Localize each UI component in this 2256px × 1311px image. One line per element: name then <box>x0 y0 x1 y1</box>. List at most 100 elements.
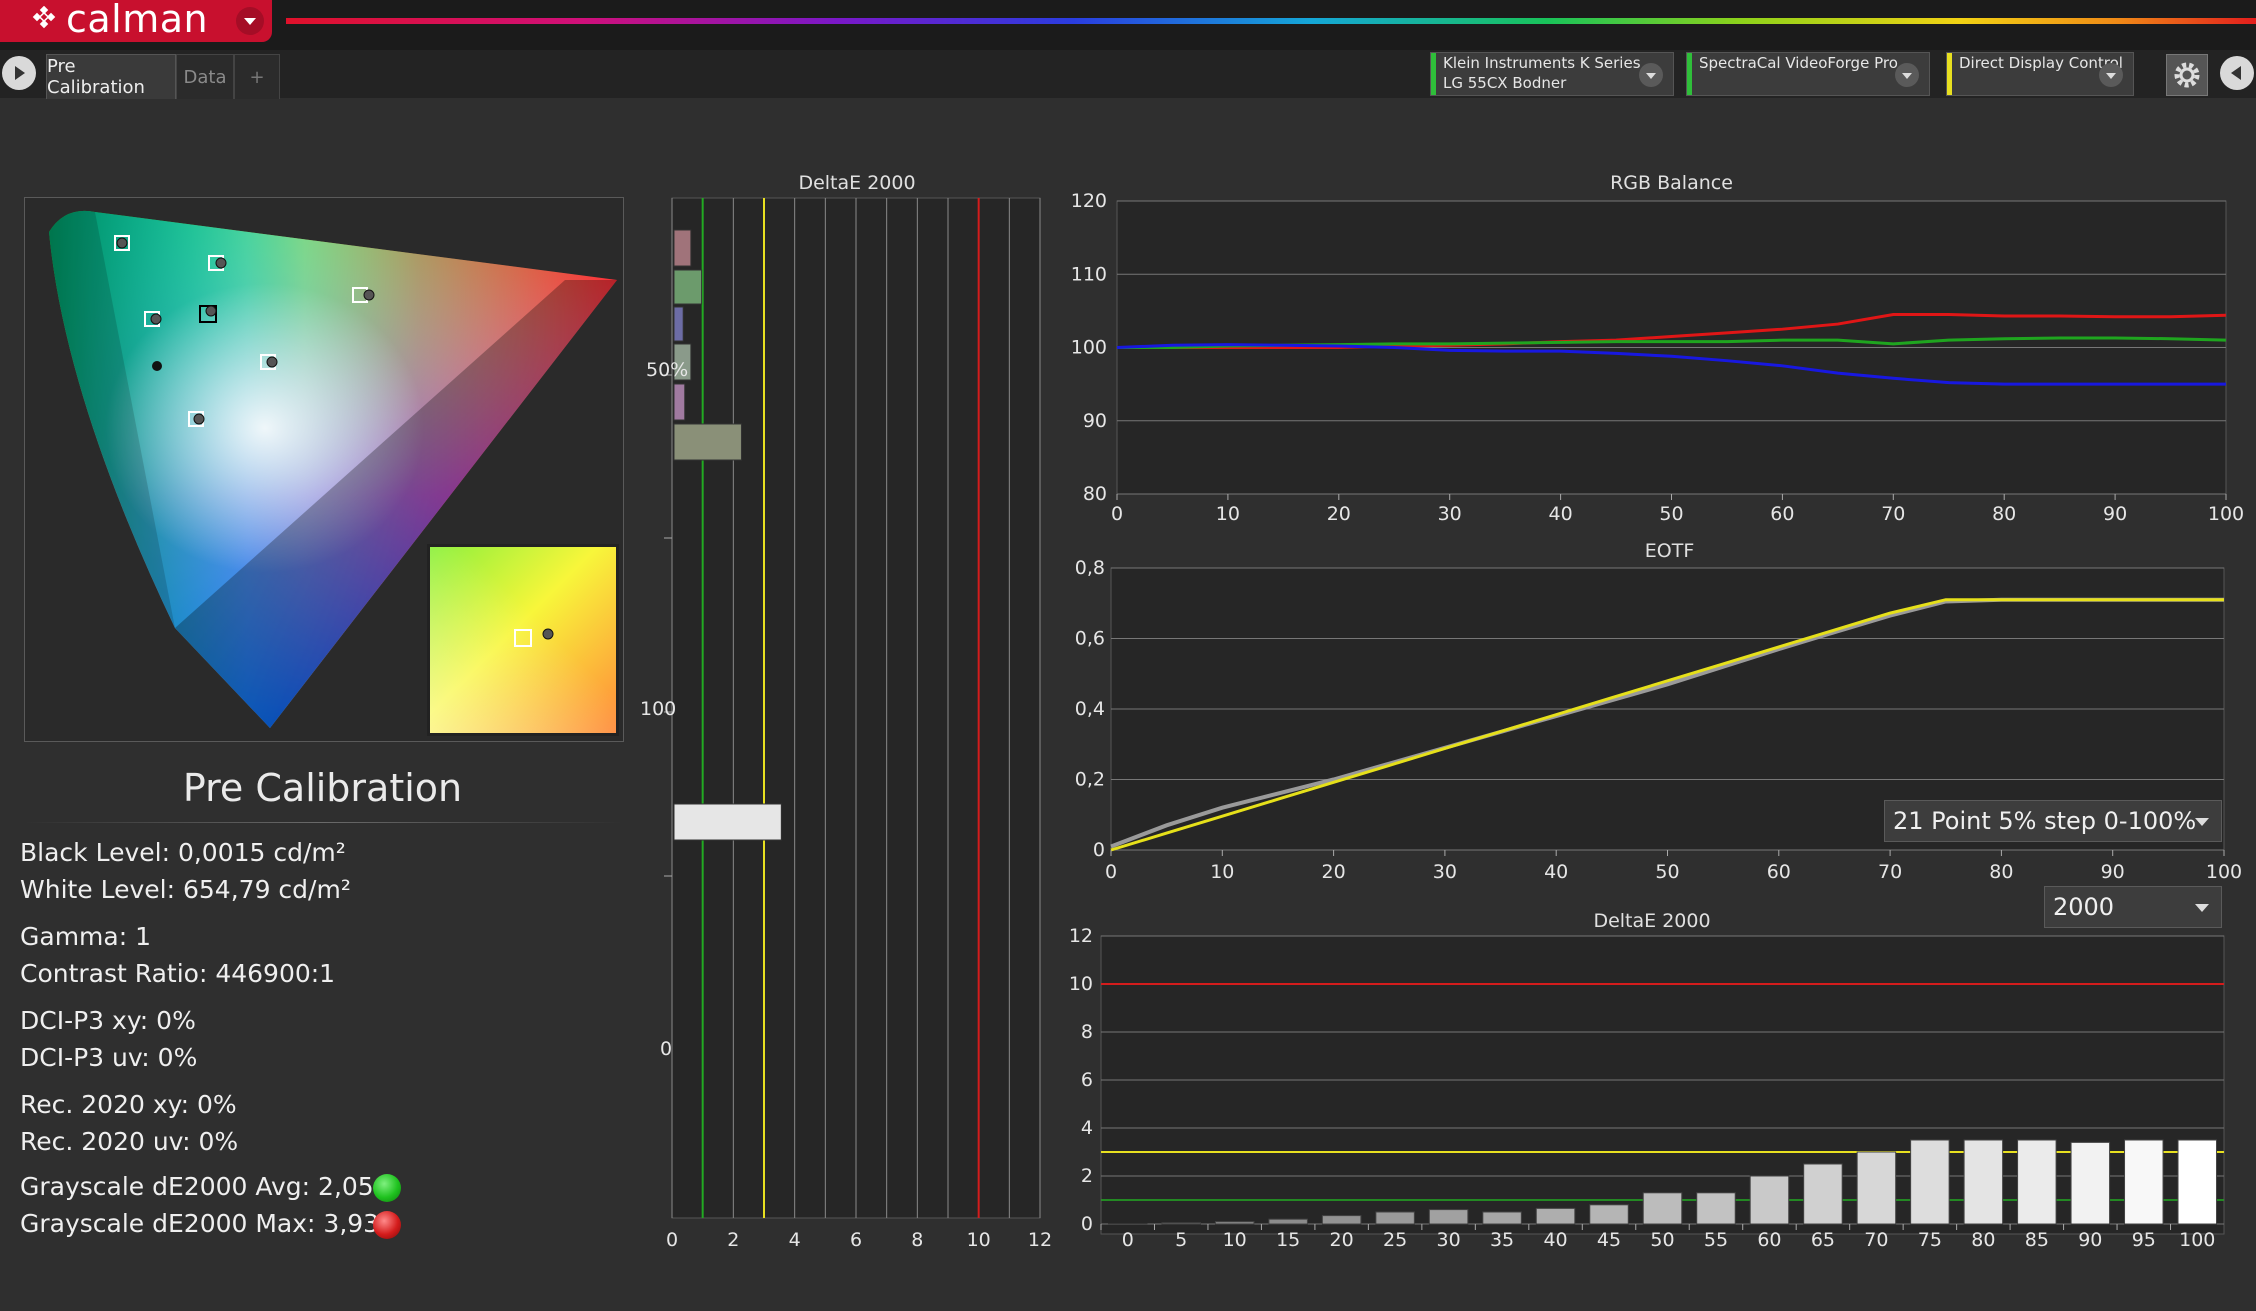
play-arrow-icon[interactable] <box>2 56 36 90</box>
x-tick-label: 0 <box>1105 861 1117 883</box>
y-tick-label: 0,8 <box>1075 557 1105 579</box>
delta-bar <box>673 383 686 421</box>
play-glyph <box>15 66 25 80</box>
gear-icon <box>2174 62 2200 88</box>
status-ok-icon <box>373 1174 401 1202</box>
y-tick-label: 10 <box>1069 973 1093 995</box>
delta-bottom-chart: 1210864200 5 10 15 20 25 30 35 40 45 50 55 60 65 70 75 8… <box>1069 926 2225 1251</box>
delta-bar <box>1214 1221 1255 1225</box>
chevron-down-icon[interactable] <box>1639 63 1663 87</box>
x-tick-label: 8 <box>911 1229 923 1251</box>
x-tick-label: 60 <box>1770 503 1794 525</box>
delta-bar <box>2017 1139 2057 1225</box>
x-tick-label: 70 <box>1881 503 1905 525</box>
y-tick-label: 90 <box>1083 410 1107 432</box>
device-status-bar <box>1687 53 1692 95</box>
x-tick-label: 80 <box>1992 503 2016 525</box>
delta-bar <box>1375 1211 1415 1225</box>
device-line1: SpectraCal VideoForge Pro <box>1699 54 1898 72</box>
x-tick-label: 0 <box>1122 1229 1134 1251</box>
display-device-selector[interactable]: Direct Display Control <box>1946 52 2134 96</box>
x-tick-label: 20 <box>1322 861 1346 883</box>
x-tick-label: 40 <box>1549 503 1573 525</box>
x-tick-label: 0 <box>1111 503 1123 525</box>
dci-p3-uv: DCI-P3 uv: 0% <box>20 1043 198 1072</box>
rainbow-strip <box>286 18 2256 24</box>
y-label-50: 50% <box>646 359 688 381</box>
x-tick-label: 15 <box>1276 1229 1300 1251</box>
x-tick-label: 4 <box>789 1229 801 1251</box>
y-tick-label: 0 <box>1093 839 1105 861</box>
pattern-point-select[interactable]: 21 Point 5% step 0-100% <box>1884 800 2222 842</box>
device-status-bar <box>1431 53 1436 95</box>
delta-bar <box>1589 1204 1629 1225</box>
x-tick-label: 10 <box>1223 1229 1247 1251</box>
y-tick-label: 6 <box>1081 1069 1093 1091</box>
tab-data[interactable]: Data <box>176 54 234 99</box>
delta-bar <box>2070 1141 2111 1225</box>
delta-bar <box>1696 1192 1736 1225</box>
divider <box>24 822 622 823</box>
tab-pre-calibration[interactable]: Pre Calibration <box>46 54 176 99</box>
white-level: White Level: 654,79 cd/m² <box>20 875 351 904</box>
x-tick-label: 100 <box>2179 1229 2215 1251</box>
x-tick-label: 20 <box>1330 1229 1354 1251</box>
delta-bar <box>673 306 684 342</box>
x-tick-label: 35 <box>1490 1229 1514 1251</box>
grayscale-max: Grayscale dE2000 Max: 3,93 <box>20 1209 380 1238</box>
x-tick-label: 85 <box>2025 1229 2049 1251</box>
y-tick-label: 2 <box>1081 1165 1093 1187</box>
contrast-ratio: Contrast Ratio: 446900:1 <box>20 959 336 988</box>
y-tick-label: 8 <box>1081 1021 1093 1043</box>
x-tick-label: 25 <box>1383 1229 1407 1251</box>
y-tick-label: 0,6 <box>1075 628 1105 650</box>
x-tick-label: 80 <box>1971 1229 1995 1251</box>
y-tick-label: 80 <box>1083 483 1107 505</box>
delta-bar <box>673 269 703 305</box>
x-tick-label: 40 <box>1544 861 1568 883</box>
grayscale-avg: Grayscale dE2000 Avg: 2,05 <box>20 1172 374 1201</box>
delta-bar <box>673 229 692 267</box>
title-bar <box>0 0 2256 50</box>
y-label-0: 0 <box>660 1038 672 1060</box>
black-level: Black Level: 0,0015 cd/m² <box>20 838 346 867</box>
x-tick-label: 5 <box>1175 1229 1187 1251</box>
delta-bar <box>1963 1139 2004 1225</box>
y-tick-label: 0,4 <box>1075 698 1105 720</box>
pattern-point-select-value: 21 Point 5% step 0-100% <box>1893 807 2197 835</box>
status-fail-icon <box>373 1211 401 1239</box>
app-logo-text: calman <box>66 0 209 41</box>
x-tick-label: 75 <box>1918 1229 1942 1251</box>
x-tick-label: 45 <box>1597 1229 1621 1251</box>
chevron-down-icon[interactable] <box>1895 63 1919 87</box>
x-tick-label: 55 <box>1704 1229 1728 1251</box>
y-tick-label: 12 <box>1069 926 1093 947</box>
x-tick-label: 100 <box>2206 861 2242 883</box>
x-tick-label: 70 <box>1878 861 1902 883</box>
x-tick-label: 50 <box>1650 1229 1674 1251</box>
collapse-arrow-icon[interactable] <box>2220 56 2254 90</box>
delta-bar <box>1856 1151 1897 1225</box>
chevron-down-icon[interactable] <box>236 7 264 35</box>
x-tick-label: 100 <box>2208 503 2244 525</box>
x-tick-label: 90 <box>2103 503 2127 525</box>
x-tick-label: 50 <box>1659 503 1683 525</box>
delta-bar <box>1535 1207 1576 1225</box>
cie-diagram <box>49 210 619 736</box>
add-tab-button[interactable]: + <box>234 54 280 99</box>
x-tick-label: 60 <box>1757 1229 1781 1251</box>
y-label-100: 100 <box>640 698 676 720</box>
delta-bar <box>1910 1139 1950 1225</box>
rec2020-uv: Rec. 2020 uv: 0% <box>20 1127 239 1156</box>
rgb-balance-chart: 12011010090800 10 20 30 40 50 60 70 80 90 100 <box>1071 190 2244 525</box>
calman-menu-button[interactable]: calman <box>0 0 272 42</box>
settings-button[interactable] <box>2166 54 2208 96</box>
x-tick-label: 50 <box>1655 861 1679 883</box>
chevron-down-icon[interactable] <box>2099 63 2123 87</box>
delta-bar <box>673 803 782 841</box>
delta-bar <box>1107 1223 1148 1225</box>
delta-bar <box>1268 1218 1308 1225</box>
delta-bar <box>1749 1175 1790 1225</box>
pattern-device-selector[interactable]: SpectraCal VideoForge Pro <box>1686 52 1930 96</box>
meter-device-selector[interactable]: Klein Instruments K Series LG 55CX Bodne… <box>1430 52 1674 96</box>
